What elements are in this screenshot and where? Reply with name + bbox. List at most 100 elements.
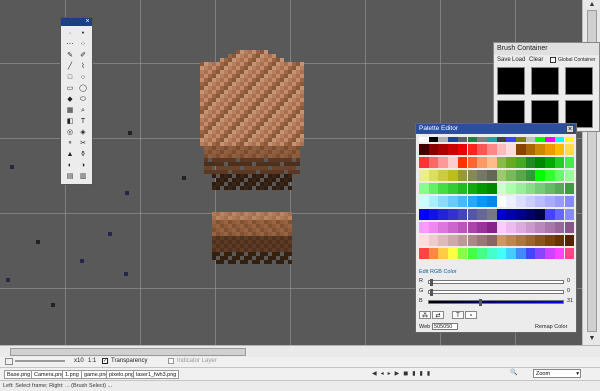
scroll-up-icon[interactable]: ▲ bbox=[586, 1, 598, 9]
tool-icon[interactable]: ⋯ bbox=[65, 40, 75, 49]
palette-swatch[interactable] bbox=[496, 170, 507, 181]
palette-swatch[interactable] bbox=[477, 137, 487, 142]
palette-swatch[interactable] bbox=[564, 196, 575, 207]
palette-swatch[interactable] bbox=[516, 144, 526, 155]
palette-swatch[interactable] bbox=[525, 196, 536, 207]
palette-swatch[interactable] bbox=[535, 144, 546, 155]
palette-swatch[interactable] bbox=[516, 235, 526, 246]
palette-swatch[interactable] bbox=[564, 170, 575, 181]
palette-swatch[interactable] bbox=[516, 183, 526, 194]
palette-tab-text[interactable]: T bbox=[452, 311, 464, 319]
tool-icon[interactable]: ✂ bbox=[78, 139, 88, 148]
palette-swatch[interactable] bbox=[477, 183, 487, 194]
tool-icon[interactable]: ⌕ bbox=[78, 106, 88, 115]
palette-swatch[interactable] bbox=[516, 137, 526, 142]
palette-swatch[interactable] bbox=[496, 137, 507, 142]
palette-swatch[interactable] bbox=[428, 209, 439, 220]
zoom-slider[interactable] bbox=[15, 360, 65, 362]
palette-swatch[interactable] bbox=[477, 248, 487, 259]
palette-swatch[interactable] bbox=[545, 222, 555, 233]
palette-swatch[interactable] bbox=[516, 209, 526, 220]
palette-swatch[interactable] bbox=[525, 137, 536, 142]
green-slider[interactable] bbox=[428, 289, 564, 296]
tool-icon[interactable]: ⌇ bbox=[78, 62, 88, 71]
palette-swatch[interactable] bbox=[428, 248, 439, 259]
palette-swatch[interactable] bbox=[448, 196, 458, 207]
palette-swatch[interactable] bbox=[457, 209, 468, 220]
palette-swatch[interactable] bbox=[496, 196, 507, 207]
tool-icon[interactable]: □ bbox=[65, 73, 75, 82]
palette-swatch[interactable] bbox=[545, 183, 555, 194]
palette-swatch[interactable] bbox=[457, 170, 468, 181]
palette-swatch[interactable] bbox=[545, 170, 555, 181]
scroll-thumb[interactable] bbox=[10, 348, 246, 356]
palette-swatch[interactable] bbox=[516, 196, 526, 207]
palette-swatch[interactable] bbox=[477, 144, 487, 155]
palette-swatch[interactable] bbox=[564, 137, 575, 142]
palette-swatch[interactable] bbox=[448, 222, 458, 233]
palette-swatch[interactable] bbox=[545, 144, 555, 155]
palette-swatch[interactable] bbox=[564, 222, 575, 233]
remap-color-button[interactable]: Remap Color bbox=[535, 324, 567, 330]
palette-swatch[interactable] bbox=[525, 144, 536, 155]
palette-swatch[interactable] bbox=[525, 209, 536, 220]
palette-swatch[interactable] bbox=[438, 209, 449, 220]
palette-swatch[interactable] bbox=[467, 222, 478, 233]
palette-swatch[interactable] bbox=[467, 196, 478, 207]
palette-swatch[interactable] bbox=[448, 157, 458, 168]
palette-swatch[interactable] bbox=[477, 222, 487, 233]
close-icon[interactable]: × bbox=[84, 18, 91, 25]
palette-swatch[interactable] bbox=[419, 157, 429, 168]
palette-swatch[interactable] bbox=[428, 222, 439, 233]
palette-swatch[interactable] bbox=[486, 248, 497, 259]
palette-swatch[interactable] bbox=[506, 222, 516, 233]
palette-swatch[interactable] bbox=[535, 183, 546, 194]
palette-swatch[interactable] bbox=[554, 196, 565, 207]
palette-swatch[interactable] bbox=[419, 170, 429, 181]
palette-swatch[interactable] bbox=[419, 144, 429, 155]
palette-swatch[interactable] bbox=[428, 137, 439, 142]
palette-swatch[interactable] bbox=[535, 222, 546, 233]
palette-swatch[interactable] bbox=[428, 170, 439, 181]
palette-swatch[interactable] bbox=[516, 170, 526, 181]
palette-editor-titlebar[interactable]: Palette Editor × bbox=[416, 124, 576, 134]
tool-icon[interactable]: ╱ bbox=[65, 62, 75, 71]
palette-swatch[interactable] bbox=[457, 137, 468, 142]
tool-icon[interactable]: ▲ bbox=[65, 150, 75, 159]
palette-swatch[interactable] bbox=[535, 157, 546, 168]
palette-swatch[interactable] bbox=[496, 248, 507, 259]
palette-swatch[interactable] bbox=[486, 235, 497, 246]
palette-swatch[interactable] bbox=[419, 183, 429, 194]
palette-swatch[interactable] bbox=[428, 183, 439, 194]
tool-icon[interactable]: ◯ bbox=[78, 84, 88, 93]
palette-swatch[interactable] bbox=[457, 183, 468, 194]
palette-tab-swap[interactable]: ⇄ bbox=[432, 311, 444, 319]
brush-slot[interactable] bbox=[565, 67, 593, 95]
palette-swatch[interactable] bbox=[477, 235, 487, 246]
palette-swatch[interactable] bbox=[486, 183, 497, 194]
palette-swatch[interactable] bbox=[428, 235, 439, 246]
palette-swatch[interactable] bbox=[506, 137, 516, 142]
palette-swatch[interactable] bbox=[438, 235, 449, 246]
tool-icon[interactable]: ▦ bbox=[65, 106, 75, 115]
palette-swatch[interactable] bbox=[506, 235, 516, 246]
frame-nav-buttons[interactable]: ◀◂▸▶◼▮▮▮ bbox=[372, 370, 434, 377]
tool-icon[interactable]: ○ bbox=[78, 73, 88, 82]
tool-icon[interactable]: ◈ bbox=[78, 128, 88, 137]
palette-swatch[interactable] bbox=[545, 235, 555, 246]
tool-icon[interactable]: ▥ bbox=[78, 172, 88, 181]
palette-swatch[interactable] bbox=[467, 157, 478, 168]
palette-swatch[interactable] bbox=[448, 170, 458, 181]
red-value[interactable]: 0 bbox=[567, 278, 570, 284]
blue-slider[interactable] bbox=[428, 299, 564, 306]
red-slider[interactable] bbox=[428, 279, 564, 286]
palette-swatch[interactable] bbox=[506, 196, 516, 207]
tool-icon[interactable]: ◎ bbox=[65, 128, 75, 137]
palette-swatch[interactable] bbox=[457, 196, 468, 207]
palette-swatch[interactable] bbox=[525, 222, 536, 233]
palette-swatch[interactable] bbox=[457, 157, 468, 168]
palette-swatch[interactable] bbox=[467, 144, 478, 155]
tab-laser[interactable]: laser1_fwh3.png bbox=[133, 370, 180, 379]
global-container-checkbox[interactable] bbox=[550, 57, 556, 63]
palette-swatch[interactable] bbox=[457, 144, 468, 155]
